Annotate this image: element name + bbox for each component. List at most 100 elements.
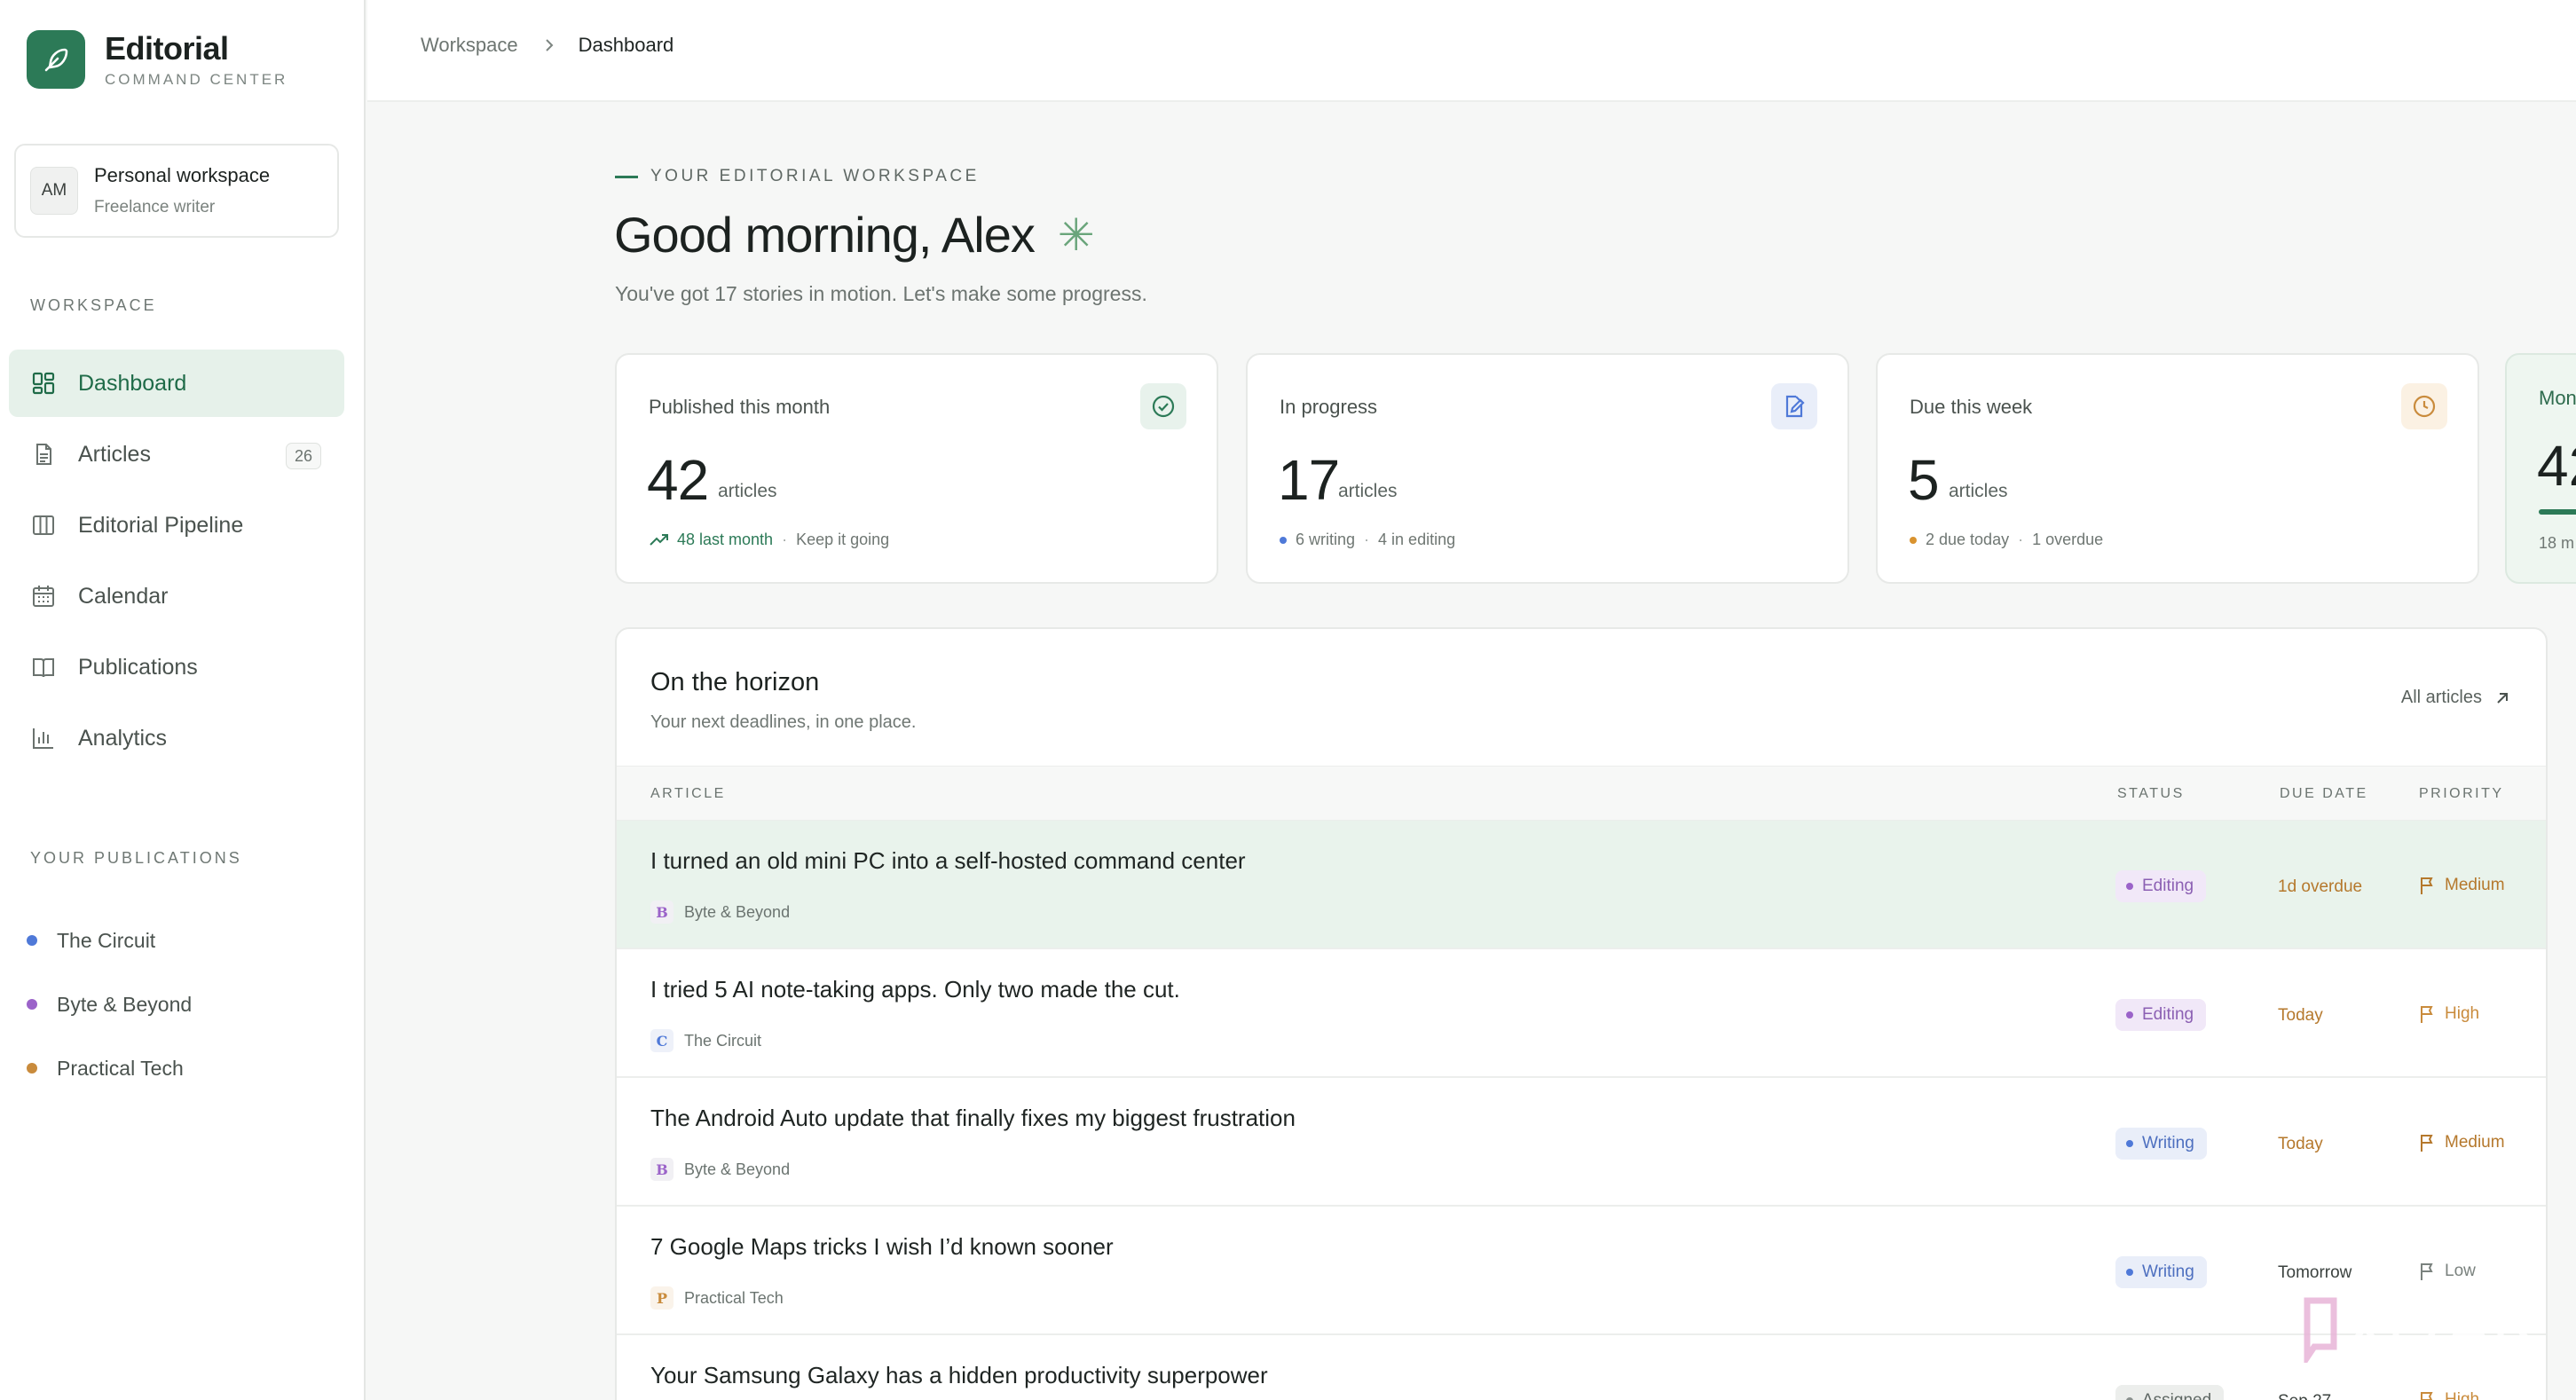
article-publication: B Byte & Beyond — [650, 1158, 790, 1181]
status-dot — [2126, 1011, 2133, 1019]
workspace-name: Personal workspace — [94, 164, 271, 186]
separator-dot: · — [782, 531, 788, 548]
stat-card-in-progress[interactable]: In progress 17 articles 6 writing · 4 in… — [1246, 353, 1849, 584]
stat-footnote: 18 m — [2539, 534, 2575, 552]
stat-foot-primary: 6 writing — [1296, 531, 1356, 548]
sidebar-item-publications[interactable]: Publications — [9, 633, 344, 701]
flag-icon — [2418, 876, 2436, 895]
article-title[interactable]: 7 Google Maps tricks I wish I’d known so… — [650, 1233, 1114, 1261]
stat-unit: articles — [718, 481, 777, 501]
publication-item-byte-beyond[interactable]: Byte & Beyond — [27, 972, 192, 1036]
article-title[interactable]: The Android Auto update that finally fix… — [650, 1105, 1296, 1132]
priority-label: High — [2445, 1390, 2480, 1400]
stat-card-monthly-goal[interactable]: Mon 42 18 m — [2505, 353, 2576, 584]
sidebar-item-calendar[interactable]: Calendar — [9, 562, 344, 630]
stat-foot-secondary: 4 in editing — [1378, 531, 1456, 548]
priority-badge: High — [2418, 1004, 2479, 1024]
column-header-status[interactable]: STATUS — [2117, 786, 2185, 802]
stat-footnote: 2 due today · 1 overdue — [1910, 531, 2103, 549]
stat-title: Due this week — [1910, 396, 2033, 418]
columns-icon — [30, 512, 57, 539]
priority-label: Medium — [2445, 1133, 2505, 1152]
table-row[interactable]: The Android Auto update that finally fix… — [617, 1078, 2546, 1207]
sidebar-item-editorial-pipeline[interactable]: Editorial Pipeline — [9, 492, 344, 559]
greeting-text: Good morning, Alex — [614, 207, 1036, 263]
article-title[interactable]: Your Samsung Galaxy has a hidden product… — [650, 1362, 1268, 1389]
table-row[interactable]: 7 Google Maps tricks I wish I’d known so… — [617, 1207, 2546, 1335]
top-bar: Workspace Dashboard — [367, 0, 2576, 102]
stat-foot-secondary: 1 overdue — [2032, 531, 2104, 548]
avatar: AM — [30, 167, 78, 215]
workspace-switcher[interactable]: AM Personal workspace Freelance writer — [14, 144, 339, 238]
publication-badge: P — [650, 1286, 674, 1310]
feather-logo-icon — [27, 30, 85, 89]
sidebar-item-dashboard[interactable]: Dashboard — [9, 350, 344, 417]
stat-footnote: 48 last month · Keep it going — [649, 531, 889, 549]
publication-item-the-circuit[interactable]: The Circuit — [27, 908, 192, 972]
flag-icon — [2418, 1390, 2436, 1400]
table-row[interactable]: I tried 5 AI note-taking apps. Only two … — [617, 949, 2546, 1078]
sidebar-item-label: Articles — [78, 441, 151, 467]
sidebar: Editorial COMMAND CENTER AM Personal wor… — [0, 0, 366, 1400]
due-date: Today — [2278, 1135, 2323, 1153]
column-header-due-date[interactable]: DUE DATE — [2280, 786, 2368, 802]
stat-title: Published this month — [649, 396, 831, 418]
priority-badge: Low — [2418, 1262, 2476, 1281]
clock-icon — [2401, 383, 2447, 429]
priority-badge: Medium — [2418, 876, 2505, 895]
sidebar-item-articles[interactable]: Articles 26 — [9, 421, 344, 488]
articles-count-badge: 26 — [286, 443, 321, 469]
table-row[interactable]: I turned an old mini PC into a self-host… — [617, 821, 2546, 949]
stat-footnote: 6 writing · 4 in editing — [1280, 531, 1455, 549]
status-dot — [2126, 883, 2133, 890]
breadcrumb-workspace[interactable]: Workspace — [421, 34, 518, 57]
book-icon — [30, 654, 57, 680]
sidebar-item-analytics[interactable]: Analytics — [9, 704, 344, 772]
breadcrumb-current: Dashboard — [578, 33, 674, 56]
edit-document-icon — [1771, 383, 1817, 429]
dashboard-icon — [30, 370, 57, 397]
status-label: Writing — [2142, 1134, 2194, 1152]
due-date: Today — [2278, 1006, 2323, 1025]
table-header: ARTICLE STATUS DUE DATE PRIORITY — [617, 766, 2546, 821]
bar-chart-icon — [30, 725, 57, 751]
stat-foot-secondary: Keep it going — [796, 531, 890, 548]
article-title[interactable]: I tried 5 AI note-taking apps. Only two … — [650, 976, 1180, 1003]
priority-badge: Medium — [2418, 1133, 2505, 1152]
workspace-role: Freelance writer — [94, 198, 216, 216]
publication-name: Byte & Beyond — [684, 1160, 791, 1178]
sidebar-item-label: Calendar — [78, 583, 169, 609]
hero-subtitle: You've got 17 stories in motion. Let's m… — [615, 282, 1147, 305]
table-row[interactable]: Your Samsung Galaxy has a hidden product… — [617, 1335, 2546, 1400]
article-publication: B Byte & Beyond — [650, 901, 790, 924]
publication-label: The Circuit — [57, 928, 156, 952]
article-publication: C The Circuit — [650, 1029, 761, 1052]
priority-label: Medium — [2445, 876, 2505, 894]
horizon-title: On the horizon — [650, 668, 820, 696]
publication-badge: B — [650, 1158, 674, 1181]
breadcrumb: Workspace Dashboard — [421, 34, 674, 57]
column-header-article[interactable]: ARTICLE — [650, 786, 726, 802]
stat-card-due-this-week[interactable]: Due this week 5 articles 2 due today · 1… — [1876, 353, 2479, 584]
status-label: Writing — [2142, 1262, 2194, 1281]
horizon-subtitle: Your next deadlines, in one place. — [650, 712, 917, 732]
stat-title: In progress — [1280, 396, 1378, 418]
status-badge: Editing — [2115, 999, 2207, 1031]
column-header-priority[interactable]: PRIORITY — [2419, 786, 2504, 802]
eyebrow-divider — [615, 175, 638, 178]
page-title: Good morning, Alex ✳ — [614, 206, 1095, 263]
brand[interactable]: Editorial COMMAND CENTER — [27, 30, 288, 89]
all-articles-link[interactable]: All articles — [2401, 688, 2510, 708]
stat-card-published[interactable]: Published this month 42 articles 48 last… — [615, 353, 1218, 584]
article-title[interactable]: I turned an old mini PC into a self-host… — [650, 847, 1246, 875]
stat-foot-primary: 48 last month — [677, 531, 774, 548]
sparkle-icon: ✳ — [1057, 209, 1095, 260]
brand-subtitle: COMMAND CENTER — [105, 71, 288, 88]
publication-name: The Circuit — [684, 1031, 762, 1050]
stat-value: 5 — [1908, 448, 1940, 512]
separator-dot: · — [2018, 531, 2024, 548]
calendar-icon — [30, 583, 57, 610]
publication-item-practical-tech[interactable]: Practical Tech — [27, 1036, 192, 1100]
publications-list: The Circuit Byte & Beyond Practical Tech — [27, 908, 192, 1100]
flag-icon — [2418, 1004, 2436, 1024]
